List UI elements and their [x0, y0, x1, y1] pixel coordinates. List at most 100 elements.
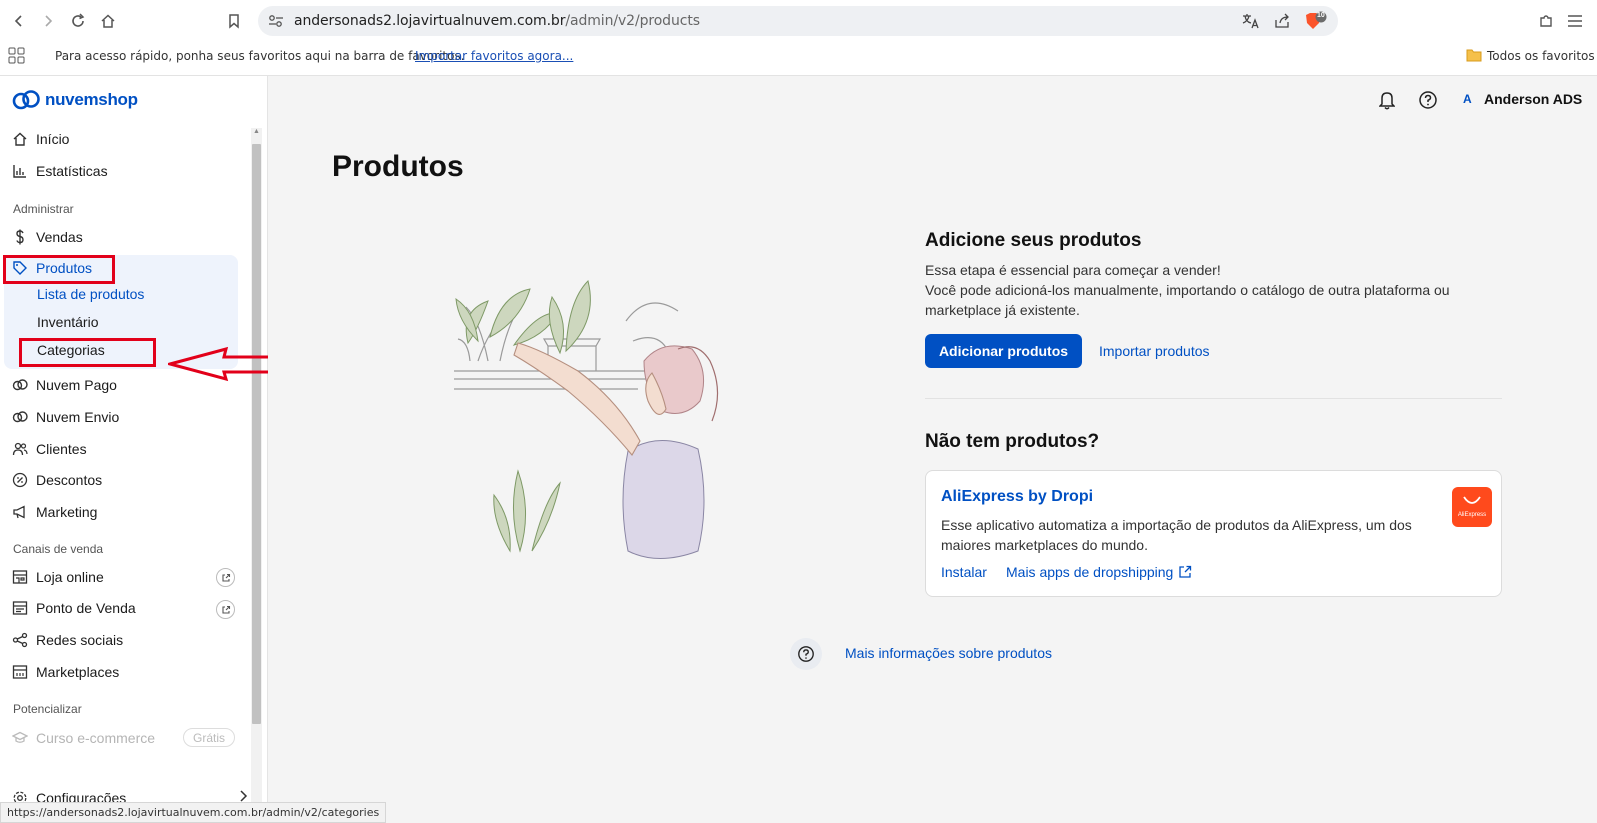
aliexpress-app-icon[interactable]: AliExpress: [1452, 487, 1492, 527]
plant-woman-illustration: [454, 280, 719, 559]
chart-icon: [13, 165, 26, 178]
discount-icon: [12, 472, 28, 488]
url-text[interactable]: andersonads2.lojavirtualnuvem.com.br/adm…: [294, 13, 700, 29]
url-path: /admin/v2/products: [565, 13, 700, 29]
sidebar-label: Curso e-commerce: [36, 730, 156, 746]
sidebar-item-nuvem-pago[interactable]: Nuvem Pago: [12, 373, 117, 397]
import-bookmarks-link[interactable]: Importar favoritos agora...: [415, 49, 573, 63]
section-canais: Canais de venda: [13, 542, 104, 556]
user-avatar[interactable]: A: [1463, 92, 1472, 106]
more-info-link[interactable]: Mais informações sobre produtos: [845, 645, 1052, 661]
import-products-link[interactable]: Importar produtos: [1099, 343, 1210, 359]
sidebar-label: Nuvem Pago: [36, 377, 117, 393]
sidebar: nuvemshop Início Estatísticas Administra…: [0, 76, 268, 823]
sidebar-label: Estatísticas: [36, 163, 108, 179]
free-badge: Grátis: [183, 728, 235, 747]
sidebar-label: Loja online: [36, 569, 104, 585]
sidebar-item-marketplaces[interactable]: Marketplaces: [12, 660, 119, 684]
bell-icon[interactable]: [1378, 90, 1396, 115]
app-title[interactable]: AliExpress by Dropi: [941, 488, 1093, 506]
external-link-icon[interactable]: [216, 568, 235, 587]
sidebar-item-ponto-venda[interactable]: Ponto de Venda: [12, 596, 136, 620]
scroll-up-icon[interactable]: ▲: [252, 128, 261, 138]
scrollbar-thumb[interactable]: [252, 144, 261, 724]
add-products-line3: marketplace já existente.: [925, 302, 1080, 318]
sidebar-item-redes-sociais[interactable]: Redes sociais: [12, 628, 123, 652]
sidebar-item-clientes[interactable]: Clientes: [12, 437, 87, 461]
section-admin: Administrar: [13, 202, 74, 216]
back-icon[interactable]: [8, 10, 30, 32]
megaphone-icon: [13, 505, 25, 519]
site-settings-icon[interactable]: [268, 14, 284, 33]
add-products-heading: Adicione seus produtos: [925, 230, 1142, 251]
home-icon: [13, 132, 27, 146]
user-name[interactable]: Anderson ADS: [1484, 91, 1582, 107]
sidebar-item-vendas[interactable]: Vendas: [12, 225, 83, 249]
bookmarks-hint: Para acesso rápido, ponha seus favoritos…: [55, 49, 465, 63]
translate-icon[interactable]: [1242, 13, 1260, 34]
sidebar-scrollbar[interactable]: ▲: [251, 128, 262, 823]
nuvem-envio-icon: [12, 411, 28, 423]
share-icon[interactable]: [1274, 13, 1291, 34]
add-products-line1: Essa etapa é essencial para começar a ve…: [925, 262, 1221, 278]
annotation-box-categorias: [19, 338, 156, 367]
external-link-icon[interactable]: [216, 600, 235, 619]
sidebar-item-estatisticas[interactable]: Estatísticas: [12, 159, 108, 183]
more-dropshipping-link[interactable]: Mais apps de dropshipping: [1006, 564, 1192, 580]
app-desc-line1: Esse aplicativo automatiza a importação …: [941, 517, 1412, 533]
question-icon: [790, 638, 822, 670]
users-icon: [12, 442, 28, 456]
sidebar-item-marketing[interactable]: Marketing: [12, 500, 97, 524]
sidebar-item-loja-online[interactable]: Loja online: [12, 565, 104, 589]
status-url: https://andersonads2.lojavirtualnuvem.co…: [0, 802, 387, 823]
sidebar-label: Início: [36, 131, 70, 147]
section-potencializar: Potencializar: [13, 702, 82, 716]
reload-icon[interactable]: [67, 10, 89, 32]
page-title: Produtos: [332, 150, 464, 183]
extensions-icon[interactable]: [1535, 10, 1557, 32]
sidebar-item-lista-produtos[interactable]: Lista de produtos: [37, 286, 144, 302]
brave-shield-icon[interactable]: 10: [1304, 11, 1328, 36]
add-products-line2: Você pode adicioná-los manualmente, impo…: [925, 282, 1450, 298]
main-content: A Anderson ADS Produtos Adicione seus pr…: [268, 76, 1597, 823]
sidebar-item-inventario[interactable]: Inventário: [37, 314, 98, 330]
annotation-box-produtos: [3, 255, 115, 284]
browser-chrome: andersonads2.lojavirtualnuvem.com.br/adm…: [0, 0, 1597, 76]
sidebar-label: Nuvem Envio: [36, 409, 120, 425]
menu-icon[interactable]: [1564, 10, 1586, 32]
dollar-icon: [16, 229, 24, 245]
address-bar[interactable]: andersonads2.lojavirtualnuvem.com.br/adm…: [258, 6, 1338, 36]
home-icon[interactable]: [97, 10, 119, 32]
sidebar-item-curso[interactable]: Curso e-commerce: [12, 726, 155, 750]
nuvem-pago-icon: [12, 379, 28, 391]
divider: [925, 398, 1502, 399]
all-bookmarks[interactable]: Todos os favoritos: [1487, 49, 1595, 63]
sidebar-label: Marketplaces: [36, 664, 120, 680]
pos-icon: [12, 601, 28, 615]
sidebar-item-nuvem-envio[interactable]: Nuvem Envio: [12, 405, 119, 429]
more-dropshipping-label: Mais apps de dropshipping: [1006, 564, 1174, 580]
help-icon[interactable]: [1418, 90, 1438, 115]
forward-icon[interactable]: [37, 10, 59, 32]
sidebar-label: Marketing: [36, 504, 98, 520]
sidebar-label: Descontos: [36, 472, 103, 488]
app-desc-line2: maiores marketplaces do mundo.: [941, 537, 1148, 553]
no-products-heading: Não tem produtos?: [925, 431, 1100, 452]
sidebar-item-descontos[interactable]: Descontos: [12, 468, 102, 492]
install-link[interactable]: Instalar: [941, 564, 987, 580]
bookmark-icon[interactable]: [223, 10, 245, 32]
store-icon: [12, 570, 28, 584]
aliexpress-card: AliExpress by Dropi Esse aplicativo auto…: [925, 470, 1502, 597]
folder-icon: [1466, 48, 1482, 65]
brand-logo[interactable]: nuvemshop: [12, 90, 138, 110]
graduation-icon: [12, 731, 28, 743]
sidebar-item-inicio[interactable]: Início: [12, 127, 69, 151]
app-icon-text: AliExpress: [1457, 512, 1487, 518]
add-products-button[interactable]: Adicionar produtos: [925, 334, 1082, 368]
shield-count: 10: [1317, 12, 1325, 19]
sidebar-label: Vendas: [36, 229, 83, 245]
url-host: andersonads2.lojavirtualnuvem.com.br: [294, 13, 566, 29]
share-nodes-icon: [12, 632, 28, 648]
sidebar-label: Ponto de Venda: [36, 600, 136, 616]
apps-icon[interactable]: [8, 47, 25, 67]
